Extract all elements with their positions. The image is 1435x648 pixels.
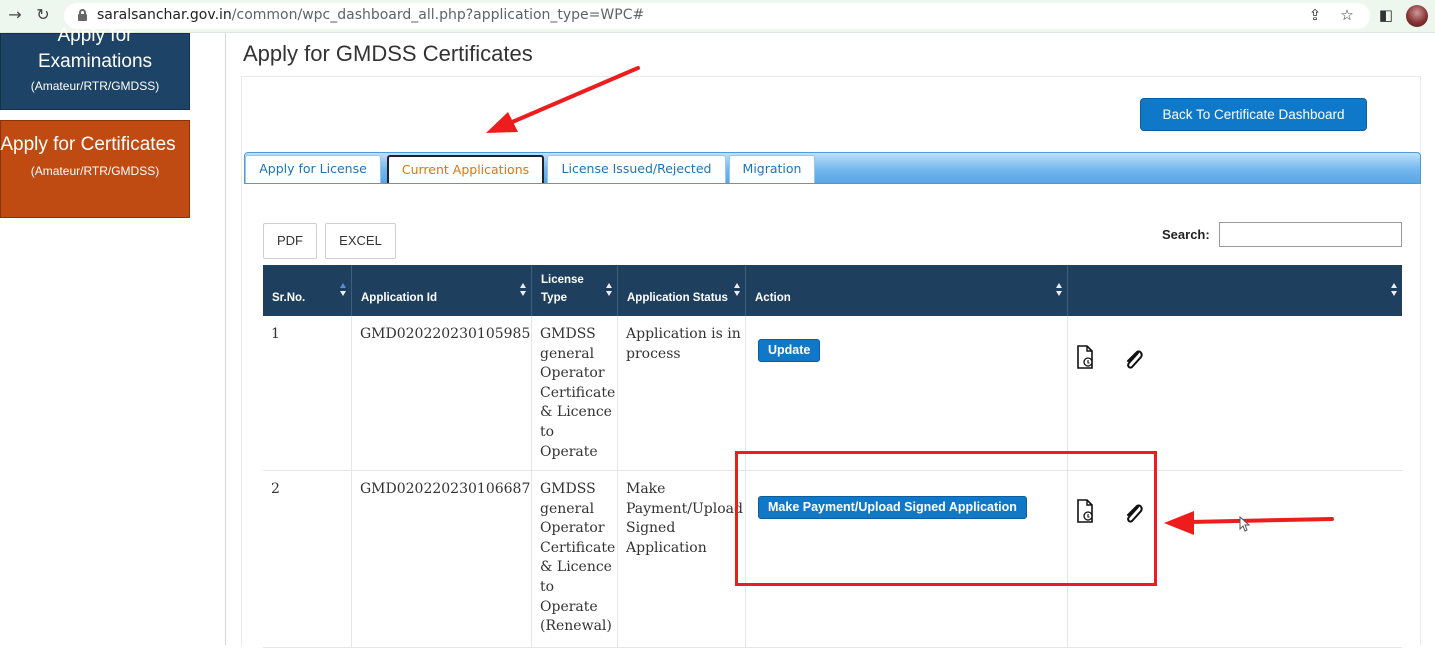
- sr-no-text: 2: [271, 481, 280, 497]
- header-license-type-line1: License: [541, 274, 584, 286]
- cell-application-id: GMD020220230105985: [351, 316, 531, 470]
- pdf-button[interactable]: PDF: [263, 223, 317, 259]
- application-id-text: GMD020220230106687: [360, 481, 531, 497]
- sort-icon: [340, 283, 347, 297]
- star-icon[interactable]: ☆: [1337, 5, 1357, 25]
- cell-status: Application is in process: [617, 316, 745, 470]
- url-path: /common/wpc_dashboard_all.php?applicatio…: [231, 7, 645, 23]
- cursor-icon: [1239, 516, 1251, 532]
- tab-bar: Apply for License Current Applications L…: [244, 152, 1421, 184]
- browser-toolbar: → ↻ saralsanchar.gov.in/common/wpc_dashb…: [0, 0, 1435, 33]
- cell-status: Make Payment/Upload Signed Application: [617, 471, 745, 647]
- profile-avatar[interactable]: [1406, 5, 1428, 27]
- status-text: Make Payment/Upload Signed Application: [626, 481, 743, 556]
- header-action-label: Action: [755, 292, 791, 304]
- url-text: saralsanchar.gov.in/common/wpc_dashboard…: [97, 7, 644, 23]
- lock-icon[interactable]: [78, 9, 87, 21]
- header-sr-no-label: Sr.No.: [272, 292, 306, 304]
- sort-icon: [1056, 283, 1063, 297]
- sort-icon: [1391, 283, 1398, 297]
- license-type-text: GMDSS general Operator Certificate & Lic…: [540, 326, 616, 460]
- address-bar[interactable]: saralsanchar.gov.in/common/wpc_dashboard…: [64, 3, 1370, 29]
- header-license-type-label: License Type: [541, 271, 584, 307]
- cell-action: Update: [745, 316, 1067, 470]
- table-row: 1 GMD020220230105985 GMDSS general Opera…: [263, 316, 1402, 471]
- table-header: Sr.No. Application Id License Type Applic…: [263, 265, 1402, 316]
- sort-icon: [734, 283, 741, 297]
- update-button[interactable]: Update: [758, 339, 821, 362]
- cell-application-id: GMD020220230106687: [351, 471, 531, 647]
- highlight-box: [735, 451, 1157, 586]
- exam-title-line1: Apply for: [57, 25, 133, 46]
- paperclip-icon[interactable]: [1123, 348, 1145, 372]
- document-icon[interactable]: [1076, 345, 1094, 369]
- header-application-id[interactable]: Application Id: [351, 265, 531, 316]
- header-license-type[interactable]: License Type: [531, 265, 617, 316]
- url-host: saralsanchar.gov.in: [97, 7, 232, 23]
- exam-title-line2: Examinations: [37, 51, 153, 72]
- cell-sr-no: 1: [263, 316, 351, 470]
- apply-certificates-button[interactable]: Apply for Certificates (Amateur/RTR/GMDS…: [0, 120, 190, 218]
- header-license-type-line2: Type: [541, 292, 567, 304]
- cell-icons: [1067, 316, 1402, 470]
- cert-title: Apply for Certificates: [0, 134, 176, 155]
- cert-subtitle: (Amateur/RTR/GMDSS): [30, 164, 160, 178]
- license-type-text: GMDSS general Operator Certificate & Lic…: [540, 481, 616, 635]
- tab-license-issued-rejected[interactable]: License Issued/Rejected: [547, 155, 726, 183]
- sr-no-text: 1: [271, 326, 280, 342]
- tab-current-applications[interactable]: Current Applications: [387, 155, 544, 183]
- status-text: Application is in process: [626, 326, 741, 362]
- annotation-arrow-to-tab: [486, 66, 640, 133]
- header-application-id-label: Application Id: [361, 292, 438, 304]
- tab-apply-license[interactable]: Apply for License: [245, 155, 381, 183]
- sidebar: Apply for Examinations (Amateur/RTR/GMDS…: [0, 25, 226, 645]
- application-id-text: GMD020220230105985: [360, 326, 531, 342]
- exam-subtitle: (Amateur/RTR/GMDSS): [30, 79, 160, 93]
- header-application-status[interactable]: Application Status: [617, 265, 745, 316]
- apply-examinations-button[interactable]: Apply for Examinations (Amateur/RTR/GMDS…: [0, 25, 190, 110]
- excel-button[interactable]: EXCEL: [325, 223, 396, 259]
- share-icon[interactable]: ⇪: [1305, 5, 1325, 25]
- sidepanel-icon[interactable]: ◧: [1376, 5, 1396, 25]
- header-sr-no[interactable]: Sr.No.: [263, 265, 351, 316]
- cell-license-type: GMDSS general Operator Certificate & Lic…: [531, 471, 617, 647]
- header-action[interactable]: Action: [745, 265, 1067, 316]
- sort-icon: [520, 283, 527, 297]
- search-input[interactable]: [1219, 222, 1402, 247]
- cell-sr-no: 2: [263, 471, 351, 647]
- search-label: Search:: [1162, 227, 1210, 242]
- header-extra[interactable]: [1067, 265, 1402, 316]
- tab-migration[interactable]: Migration: [729, 155, 815, 183]
- sort-icon: [606, 283, 613, 297]
- header-application-status-label: Application Status: [627, 292, 728, 304]
- back-to-dashboard-button[interactable]: Back To Certificate Dashboard: [1140, 98, 1367, 131]
- cell-license-type: GMDSS general Operator Certificate & Lic…: [531, 316, 617, 470]
